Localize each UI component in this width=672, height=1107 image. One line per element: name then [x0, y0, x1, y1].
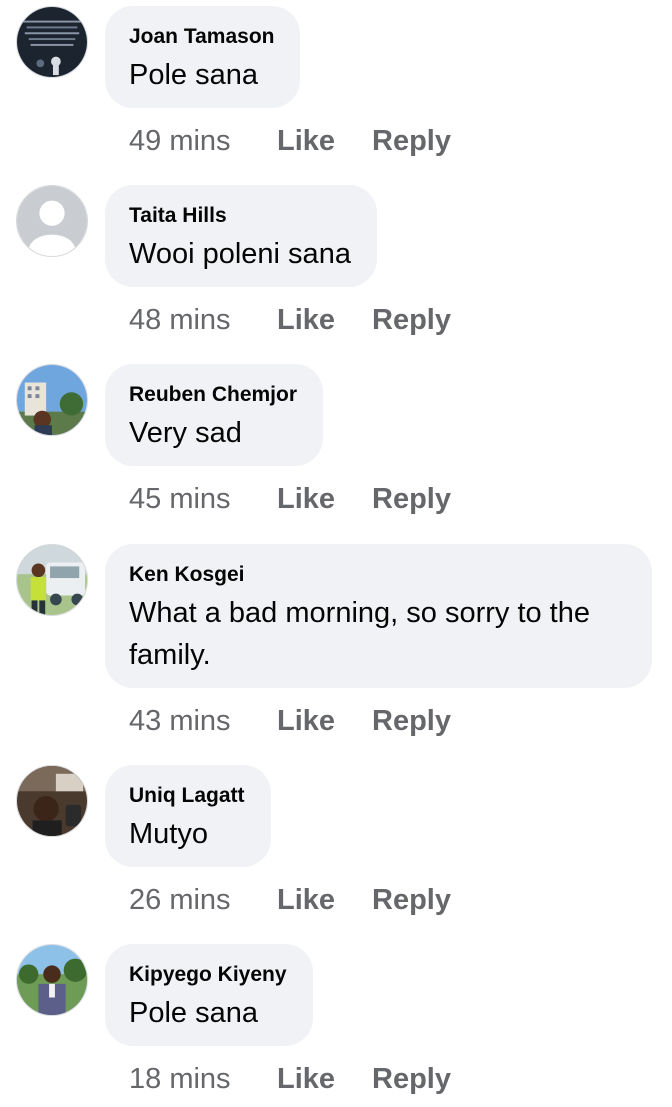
comment-text: Mutyo [129, 818, 208, 850]
comment-author[interactable]: Ken Kosgei [129, 562, 626, 588]
comment-author[interactable]: Joan Tamason [129, 24, 274, 50]
comment-bubble: Uniq Lagatt Mutyo [105, 765, 271, 867]
comment-author[interactable]: Kipyego Kiyeny [129, 962, 287, 988]
reply-button[interactable]: Reply [372, 123, 451, 159]
comment-text: Pole sana [129, 59, 258, 91]
comment-actions: 26 mins Like Reply [129, 882, 451, 918]
comment-time[interactable]: 43 mins [129, 703, 277, 739]
comment-time[interactable]: 18 mins [129, 1061, 277, 1097]
like-button[interactable]: Like [277, 302, 372, 338]
avatar[interactable] [16, 6, 88, 78]
reply-button[interactable]: Reply [372, 703, 451, 739]
comment-actions: 45 mins Like Reply [129, 481, 451, 517]
comment-text: Very sad [129, 417, 242, 449]
avatar[interactable] [16, 544, 88, 616]
default-profile-silhouette-icon [17, 186, 87, 256]
comment-text: What a bad morning, so sorry to the fami… [129, 597, 590, 671]
profile-photo-icon [17, 545, 87, 615]
comment-author[interactable]: Taita Hills [129, 203, 351, 229]
reply-button[interactable]: Reply [372, 302, 451, 338]
profile-photo-icon [17, 945, 87, 1015]
profile-photo-icon [17, 7, 87, 77]
reply-button[interactable]: Reply [372, 481, 451, 517]
comment-bubble: Joan Tamason Pole sana [105, 6, 301, 108]
like-button[interactable]: Like [277, 703, 372, 739]
comment-bubble: Taita Hills Wooi poleni sana [105, 185, 377, 287]
comment-bubble: Kipyego Kiyeny Pole sana [105, 944, 313, 1046]
comment-actions: 18 mins Like Reply [129, 1061, 451, 1097]
comment-actions: 49 mins Like Reply [129, 123, 451, 159]
avatar[interactable] [16, 765, 88, 837]
profile-photo-icon [17, 365, 87, 435]
like-button[interactable]: Like [277, 882, 372, 918]
comment-actions: 48 mins Like Reply [129, 302, 451, 338]
avatar[interactable] [16, 944, 88, 1016]
comment-actions: 43 mins Like Reply [129, 703, 451, 739]
comment-time[interactable]: 49 mins [129, 123, 277, 159]
comment-author[interactable]: Uniq Lagatt [129, 783, 245, 809]
comment-author[interactable]: Reuben Chemjor [129, 382, 297, 408]
like-button[interactable]: Like [277, 481, 372, 517]
comment-bubble: Reuben Chemjor Very sad [105, 364, 324, 466]
reply-button[interactable]: Reply [372, 1061, 451, 1097]
comment-text: Pole sana [129, 997, 258, 1029]
comment-text: Wooi poleni sana [129, 238, 351, 270]
like-button[interactable]: Like [277, 123, 372, 159]
comment-time[interactable]: 45 mins [129, 481, 277, 517]
reply-button[interactable]: Reply [372, 882, 451, 918]
profile-photo-icon [17, 766, 87, 836]
avatar[interactable] [16, 364, 88, 436]
comment-time[interactable]: 48 mins [129, 302, 277, 338]
like-button[interactable]: Like [277, 1061, 372, 1097]
avatar[interactable] [16, 185, 88, 257]
comment-bubble: Ken Kosgei What a bad morning, so sorry … [105, 544, 652, 688]
comment-time[interactable]: 26 mins [129, 882, 277, 918]
